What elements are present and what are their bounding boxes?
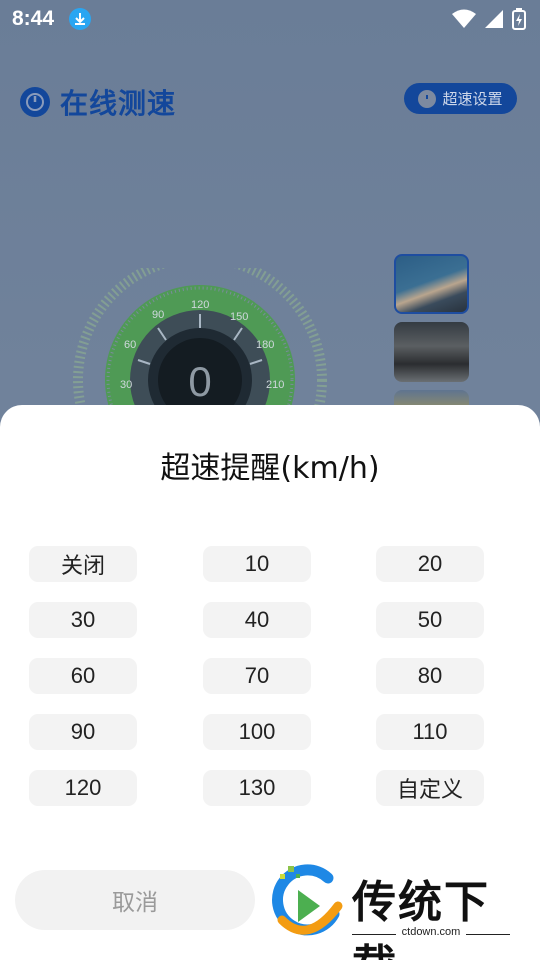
option-120[interactable]: 120 — [29, 770, 137, 806]
watermark-domain: ctdown.com — [396, 926, 466, 938]
option-custom[interactable]: 自定义 — [376, 770, 484, 806]
option-130[interactable]: 130 — [203, 770, 311, 806]
gauge-tick: 180 — [256, 339, 274, 351]
option-80[interactable]: 80 — [376, 658, 484, 694]
gauge-tick: 120 — [191, 299, 209, 311]
watermark-logo-icon — [272, 864, 343, 936]
option-90[interactable]: 90 — [29, 714, 137, 750]
download-icon — [69, 8, 91, 30]
speedometer-gauge: 30 60 90 120 150 180 210 0 — [73, 268, 327, 408]
signal-icon — [485, 10, 503, 28]
overspeed-alert-sheet: 超速提醒(km/h) 关闭 10 20 30 40 50 60 70 80 90… — [0, 405, 540, 960]
option-60[interactable]: 60 — [29, 658, 137, 694]
option-off[interactable]: 关闭 — [29, 546, 137, 582]
option-40[interactable]: 40 — [203, 602, 311, 638]
gauge-tick: 90 — [152, 309, 164, 321]
watermark: 传统下载 ctdown.com — [268, 860, 518, 960]
gauge-tick: 210 — [266, 379, 284, 391]
page-title: 在线测速 — [60, 87, 177, 120]
cancel-button[interactable]: 取消 — [15, 870, 255, 930]
option-110[interactable]: 110 — [376, 714, 484, 750]
gauge-tick: 30 — [120, 379, 132, 391]
speedometer-icon — [418, 89, 437, 108]
watermark-name: 传统下载 — [352, 877, 490, 960]
settings-button-label: 超速设置 — [442, 90, 503, 108]
vehicle-thumbnail-motorcycle[interactable] — [394, 322, 469, 382]
status-bar: 8:44 — [0, 0, 540, 36]
status-time: 8:44 — [12, 7, 55, 30]
option-10[interactable]: 10 — [203, 546, 311, 582]
overspeed-settings-button[interactable]: 超速设置 — [404, 83, 517, 114]
app-header: 在线测速 — [20, 82, 176, 122]
option-50[interactable]: 50 — [376, 602, 484, 638]
option-100[interactable]: 100 — [203, 714, 311, 750]
option-70[interactable]: 70 — [203, 658, 311, 694]
battery-icon — [512, 8, 526, 30]
vehicle-thumbnail-car[interactable] — [394, 254, 469, 314]
current-speed: 0 — [188, 358, 211, 405]
gauge-tick: 150 — [230, 311, 248, 323]
option-30[interactable]: 30 — [29, 602, 137, 638]
speedometer-icon — [20, 87, 50, 117]
sheet-title: 超速提醒(km/h) — [160, 451, 380, 486]
option-20[interactable]: 20 — [376, 546, 484, 582]
gauge-tick: 60 — [124, 339, 136, 351]
wifi-icon — [452, 9, 476, 28]
